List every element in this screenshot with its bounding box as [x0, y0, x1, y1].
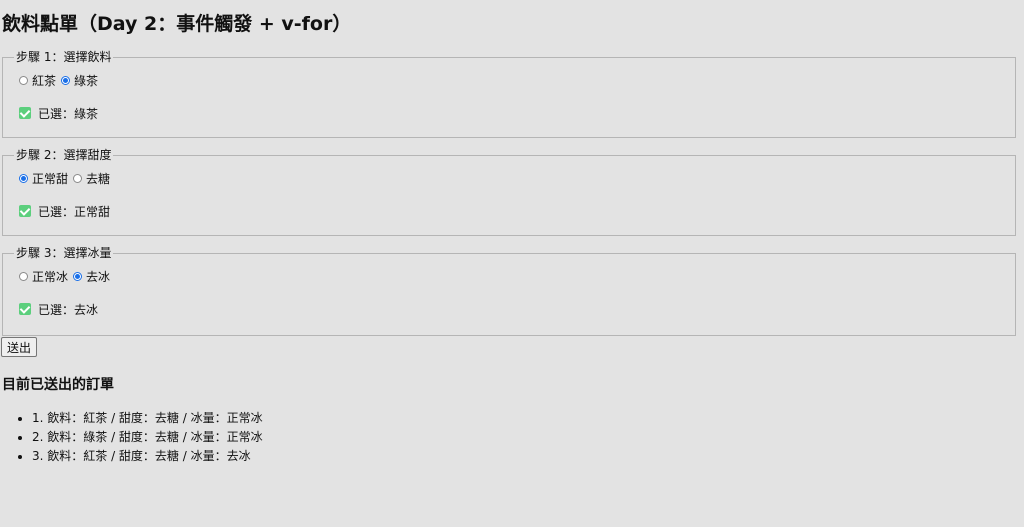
option-black-tea[interactable]: 紅茶: [15, 72, 56, 89]
step-1-legend: 步驟 1：選擇飲料: [16, 50, 112, 64]
option-normal-ice[interactable]: 正常冰: [15, 268, 68, 285]
option-green-tea[interactable]: 綠茶: [58, 72, 98, 89]
option-normal-sugar[interactable]: 正常甜: [15, 170, 68, 187]
radio-checked-icon[interactable]: [19, 173, 28, 183]
orders-heading: 目前已送出的訂單: [2, 377, 114, 393]
list-item: 1. 飲料：紅茶 / 甜度：去糖 / 冰量：正常冰: [32, 409, 1016, 428]
list-item: 3. 飲料：紅茶 / 甜度：去糖 / 冰量：去冰: [32, 447, 1016, 466]
step-3-legend: 步驟 3：選擇冰量: [16, 246, 112, 260]
option-label: 去冰: [86, 269, 111, 284]
option-label: 紅茶: [32, 73, 57, 88]
option-no-ice[interactable]: 去冰: [70, 268, 110, 285]
orders-list: 1. 飲料：紅茶 / 甜度：去糖 / 冰量：正常冰 2. 飲料：綠茶 / 甜度：…: [2, 409, 1016, 466]
step-3-options: 正常冰 去冰: [15, 266, 1003, 286]
submit-button[interactable]: 送出: [1, 337, 38, 357]
step-2-fieldset: 步驟 2：選擇甜度 正常甜 去糖 已選：正常甜: [2, 148, 1016, 236]
option-label: 綠茶: [74, 73, 99, 88]
page: 飲料點單（Day 2：事件觸發 + v-for） 步驟 1：選擇飲料 紅茶 綠茶…: [0, 0, 1024, 466]
option-label: 去糖: [86, 171, 111, 186]
step-2-selected: 已選：正常甜: [15, 202, 1003, 220]
selected-text: 已選：正常甜: [38, 204, 111, 219]
check-box-icon: [19, 107, 31, 119]
option-no-sugar[interactable]: 去糖: [70, 170, 110, 187]
radio-icon[interactable]: [19, 271, 28, 281]
step-1-options: 紅茶 綠茶: [15, 70, 1003, 90]
radio-icon[interactable]: [19, 75, 28, 85]
selected-text: 已選：綠茶: [38, 106, 99, 121]
option-label: 正常冰: [32, 269, 69, 284]
option-label: 正常甜: [32, 171, 69, 186]
radio-checked-icon[interactable]: [61, 75, 71, 85]
radio-icon[interactable]: [73, 173, 83, 183]
step-2-options: 正常甜 去糖: [15, 168, 1003, 188]
list-item: 2. 飲料：綠茶 / 甜度：去糖 / 冰量：正常冰: [32, 428, 1016, 447]
check-box-icon: [19, 205, 31, 217]
step-1-selected: 已選：綠茶: [15, 104, 1003, 122]
step-3-fieldset: 步驟 3：選擇冰量 正常冰 去冰 已選：去冰: [2, 246, 1016, 336]
page-title: 飲料點單（Day 2：事件觸發 + v-for）: [2, 13, 352, 35]
step-2-legend: 步驟 2：選擇甜度: [16, 148, 112, 162]
step-1-fieldset: 步驟 1：選擇飲料 紅茶 綠茶 已選：綠茶: [2, 50, 1016, 138]
step-3-selected: 已選：去冰: [15, 300, 1003, 318]
check-box-icon: [19, 303, 31, 315]
radio-checked-icon[interactable]: [73, 271, 83, 281]
selected-text: 已選：去冰: [38, 302, 99, 317]
